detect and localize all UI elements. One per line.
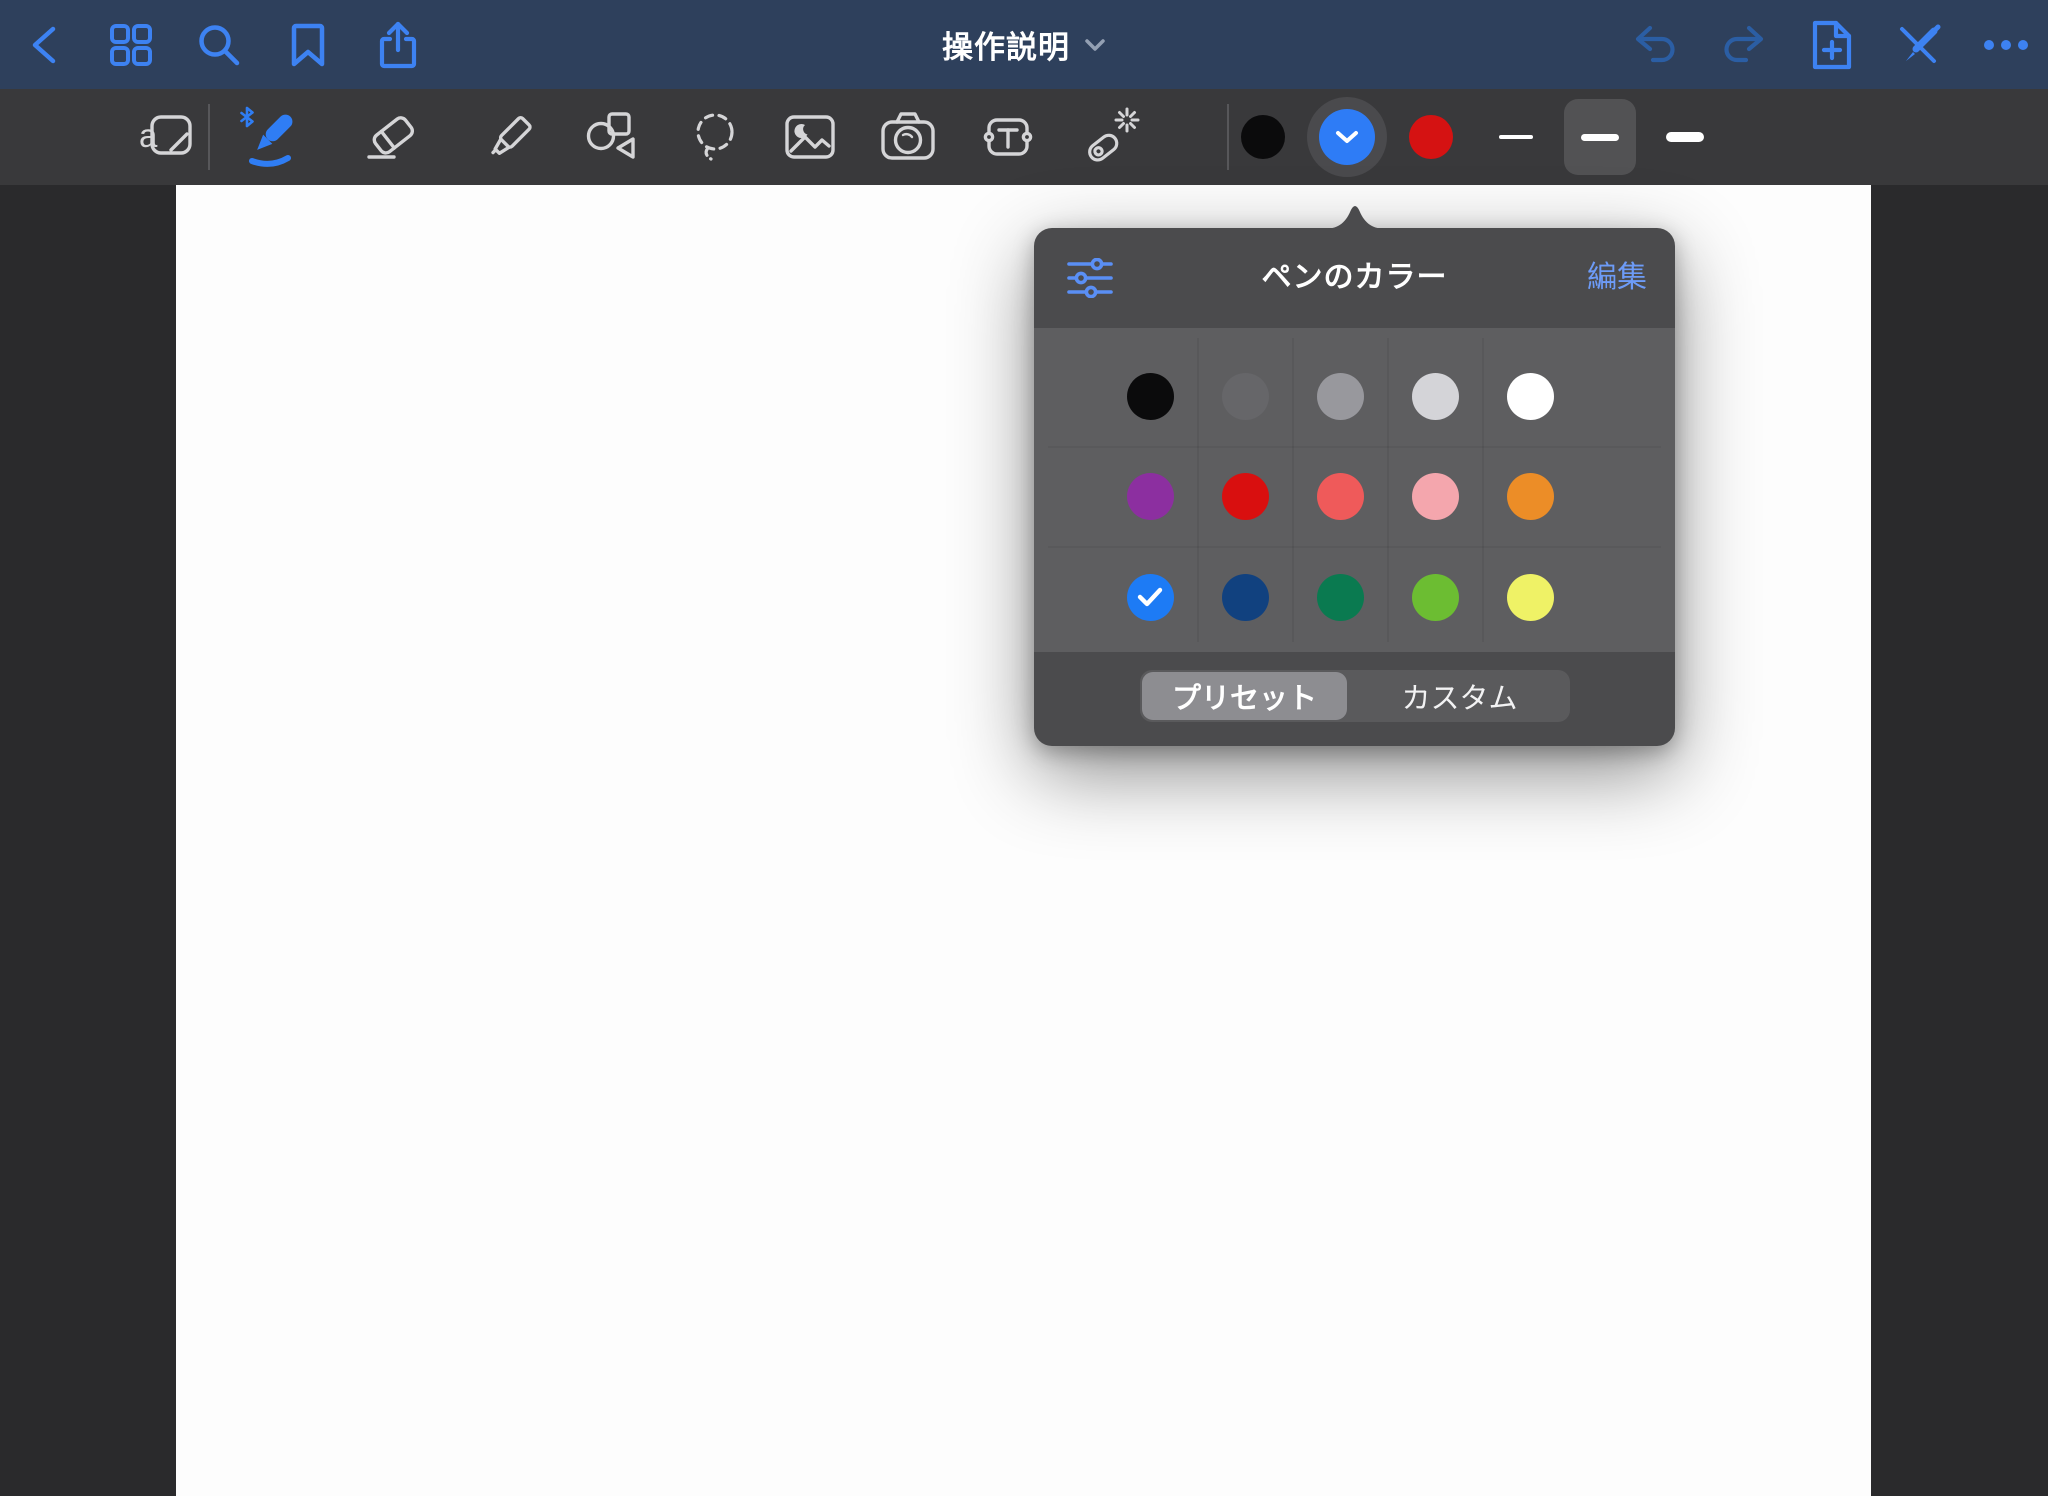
- highlighter-tool-button[interactable]: [478, 105, 542, 169]
- tools-toolbar: a: [0, 89, 2048, 185]
- preset-color-yellow[interactable]: [1498, 565, 1562, 629]
- grid-separator: [1387, 338, 1389, 642]
- lasso-icon: [683, 105, 747, 169]
- preset-color-coral[interactable]: [1308, 464, 1372, 528]
- add-page-button[interactable]: [1806, 20, 1856, 70]
- preset-color-navy[interactable]: [1213, 565, 1277, 629]
- stroke-width-medium-button[interactable]: [1564, 99, 1636, 175]
- back-icon: [27, 23, 61, 67]
- share-button[interactable]: [373, 20, 423, 70]
- preset-color-pink[interactable]: [1403, 464, 1467, 528]
- stroke-width-thick-button[interactable]: [1653, 105, 1717, 169]
- text-tool-icon: [976, 105, 1040, 169]
- grid-separator: [1482, 338, 1484, 642]
- undo-button[interactable]: [1631, 20, 1681, 70]
- lasso-tool-button[interactable]: [683, 105, 747, 169]
- camera-icon: [876, 105, 940, 169]
- more-button[interactable]: [1981, 20, 2031, 70]
- camera-tool-button[interactable]: [876, 105, 940, 169]
- preset-color-dark-gray[interactable]: [1213, 364, 1277, 428]
- text-tool-button[interactable]: [976, 105, 1040, 169]
- page-mode-button[interactable]: a: [136, 105, 200, 169]
- laser-pointer-icon: [1078, 105, 1142, 169]
- preset-color-blue-selected[interactable]: [1118, 565, 1182, 629]
- color-swatch-blue-selected[interactable]: [1307, 97, 1387, 177]
- color-swatch-red[interactable]: [1409, 115, 1453, 159]
- preset-color-purple[interactable]: [1118, 464, 1182, 528]
- stroke-width-thin-button[interactable]: [1484, 105, 1548, 169]
- chevron-down-icon: [1335, 130, 1359, 144]
- popover-arrow: [1323, 203, 1387, 229]
- preset-color-light-green[interactable]: [1403, 565, 1467, 629]
- medium-line: [1581, 134, 1619, 141]
- grid-separator: [1197, 338, 1199, 642]
- svg-text:a: a: [139, 117, 158, 154]
- thumbnails-button[interactable]: [106, 20, 156, 70]
- bookmark-button[interactable]: [283, 20, 333, 70]
- more-ellipsis-icon: [1983, 39, 2029, 51]
- highlighter-icon: [478, 105, 542, 169]
- shapes-icon: [578, 105, 642, 169]
- redo-icon: [1720, 23, 1766, 67]
- search-button[interactable]: [194, 20, 244, 70]
- add-page-icon: [1809, 19, 1853, 71]
- stylus-disable-button[interactable]: [1893, 20, 1943, 70]
- document-title: 操作説明: [942, 22, 1070, 67]
- grid-separator: [1048, 546, 1661, 548]
- tab-preset[interactable]: プリセット: [1142, 672, 1347, 720]
- popover-header: ペンのカラー 編集: [1034, 228, 1675, 328]
- page-mode-icon: a: [138, 109, 198, 165]
- preset-color-green[interactable]: [1308, 565, 1372, 629]
- selected-color-dot: [1319, 109, 1375, 165]
- preset-color-gray[interactable]: [1308, 364, 1372, 428]
- popover-title: ペンのカラー: [1034, 228, 1675, 328]
- checkmark-icon: [1137, 587, 1163, 607]
- top-navigation-bar: 操作説明: [0, 0, 2048, 89]
- popover-footer: プリセット カスタム: [1034, 652, 1675, 746]
- preset-color-orange[interactable]: [1498, 464, 1562, 528]
- back-button[interactable]: [19, 20, 69, 70]
- eraser-icon: [361, 105, 425, 169]
- pen-tool-icon: [238, 105, 302, 169]
- pen-color-popover: ペンのカラー 編集 プリセット: [1034, 228, 1675, 746]
- thick-line: [1666, 132, 1704, 142]
- image-tool-button[interactable]: [778, 105, 842, 169]
- stylus-disable-icon: [1894, 23, 1942, 67]
- tab-custom[interactable]: カスタム: [1349, 670, 1570, 722]
- image-icon: [778, 105, 842, 169]
- laser-pointer-button[interactable]: [1078, 105, 1142, 169]
- toolbar-divider: [1227, 104, 1229, 170]
- thin-line: [1499, 135, 1533, 139]
- undo-icon: [1633, 23, 1679, 67]
- preset-custom-segmented-control: プリセット カスタム: [1140, 670, 1570, 722]
- grid-separator: [1292, 338, 1294, 642]
- shapes-tool-button[interactable]: [578, 105, 642, 169]
- color-grid-panel: [1034, 328, 1675, 652]
- search-icon: [196, 22, 242, 68]
- share-icon: [375, 20, 421, 70]
- preset-color-black[interactable]: [1118, 364, 1182, 428]
- title-chevron-down-icon: [1084, 38, 1106, 52]
- pen-tool-button[interactable]: [238, 105, 302, 169]
- grid-separator: [1048, 446, 1661, 448]
- preset-color-white[interactable]: [1498, 364, 1562, 428]
- preset-color-light-gray[interactable]: [1403, 364, 1467, 428]
- redo-button[interactable]: [1718, 20, 1768, 70]
- color-swatch-black[interactable]: [1241, 115, 1285, 159]
- eraser-tool-button[interactable]: [361, 105, 425, 169]
- toolbar-divider: [208, 104, 210, 170]
- preset-color-red[interactable]: [1213, 464, 1277, 528]
- edit-colors-button[interactable]: 編集: [1587, 228, 1647, 328]
- bookmark-icon: [289, 22, 327, 68]
- thumbnails-grid-icon: [108, 22, 154, 68]
